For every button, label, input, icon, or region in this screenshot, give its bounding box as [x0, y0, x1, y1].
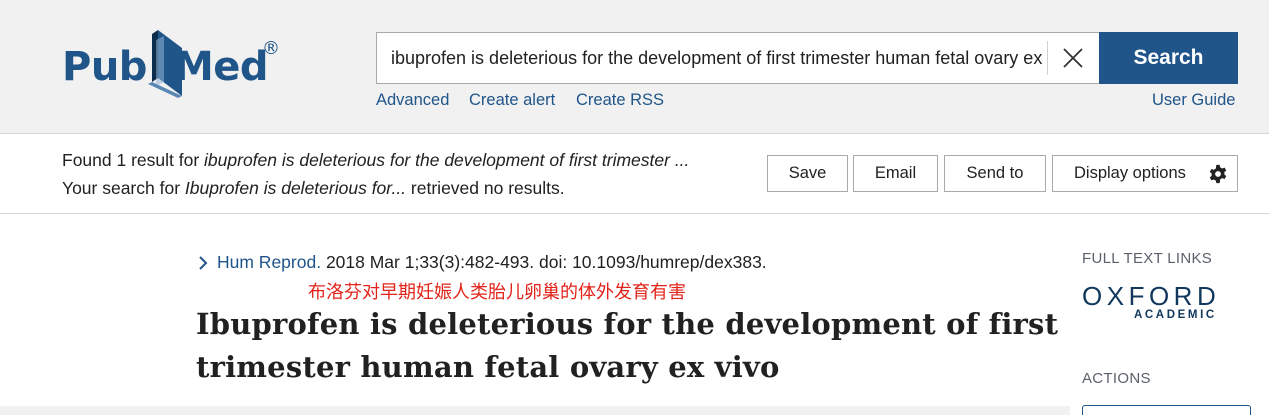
- results-bar: Found 1 result for ibuprofen is deleteri…: [0, 135, 1269, 214]
- email-button[interactable]: Email: [853, 155, 938, 192]
- site-header: Pub Med ® Search Advanced Create alert C…: [0, 0, 1269, 134]
- registered-mark: ®: [262, 38, 280, 59]
- search-suffix: retrieved no results.: [406, 178, 565, 198]
- search-prefix: Your search for: [62, 178, 185, 198]
- found-results-text: Found 1 result for ibuprofen is deleteri…: [62, 150, 689, 171]
- actions-heading: ACTIONS: [1082, 370, 1151, 387]
- search-input[interactable]: [377, 33, 1045, 83]
- oxford-academic-subtitle: ACADEMIC: [1134, 309, 1217, 321]
- display-options-button[interactable]: Display options: [1052, 155, 1238, 192]
- content-bottom-band: [0, 406, 1070, 415]
- article-title: Ibuprofen is deleterious for the develop…: [196, 307, 1059, 384]
- create-alert-link[interactable]: Create alert: [469, 91, 555, 110]
- pubmed-logo[interactable]: Pub Med ®: [62, 26, 282, 102]
- close-icon[interactable]: [1061, 46, 1085, 70]
- no-results-text: Your search for Ibuprofen is deleterious…: [62, 178, 565, 199]
- search-button[interactable]: Search: [1099, 32, 1238, 84]
- gear-icon: [1209, 164, 1227, 184]
- oxford-academic-logo[interactable]: OXFORD: [1082, 281, 1220, 312]
- display-options-label: Display options: [1074, 164, 1186, 182]
- full-text-links-heading: FULL TEXT LINKS: [1082, 250, 1213, 267]
- send-to-button[interactable]: Send to: [944, 155, 1046, 192]
- found-query: ibuprofen is deleterious for the develop…: [204, 150, 690, 170]
- search-query: Ibuprofen is deleterious for...: [184, 178, 407, 198]
- translation-annotation: 布洛芬对早期妊娠人类胎儿卵巢的体外发育有害: [308, 282, 686, 303]
- save-button[interactable]: Save: [767, 155, 848, 192]
- article-citation: Hum Reprod. 2018 Mar 1;33(3):482-493. do…: [197, 252, 767, 273]
- citation-details: 2018 Mar 1;33(3):482-493. doi: 10.1093/h…: [321, 252, 767, 272]
- create-rss-link[interactable]: Create RSS: [576, 91, 664, 110]
- found-prefix: Found 1 result for: [62, 150, 205, 170]
- search-divider: [1047, 41, 1048, 75]
- actions-panel[interactable]: [1082, 405, 1251, 415]
- advanced-search-link[interactable]: Advanced: [376, 91, 449, 110]
- logo-med-text: Med: [174, 44, 269, 90]
- journal-link[interactable]: Hum Reprod.: [217, 252, 321, 272]
- user-guide-link[interactable]: User Guide: [1152, 91, 1235, 110]
- search-box: [376, 32, 1099, 84]
